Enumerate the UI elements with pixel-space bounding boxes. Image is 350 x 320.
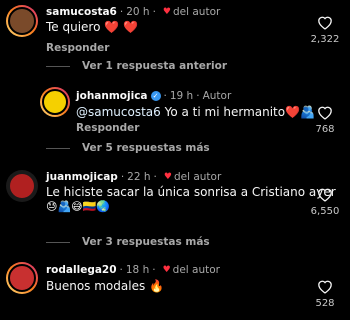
mention-link[interactable]: @samucosta6 <box>76 105 161 119</box>
like-button[interactable]: 6,550 <box>305 186 345 217</box>
timestamp: 18 h <box>125 264 150 276</box>
timestamp: 19 h <box>169 90 194 102</box>
verified-badge-icon: ✓ <box>150 91 161 101</box>
heart-icon[interactable] <box>316 14 334 30</box>
like-count: 6,550 <box>310 206 340 217</box>
reply-button[interactable]: Responder <box>76 122 139 134</box>
author-tag: Autor <box>202 90 232 102</box>
comment-emojis: 😓🫂😅🇨🇴🌏 <box>46 200 111 213</box>
username[interactable]: juanmojicap <box>46 171 118 183</box>
liked-by-author-heart-icon: ♥ <box>162 7 171 17</box>
view-more-replies-button[interactable]: Ver 3 respuestas más <box>46 236 210 248</box>
avatar[interactable] <box>6 262 38 294</box>
liked-by-author-label: del autor <box>172 264 220 276</box>
liked-by-author-label: del autor <box>173 171 222 183</box>
heart-icon[interactable] <box>316 104 334 120</box>
comment-text: @samucosta6 Yo a ti mi hermanito❤️🫂 <box>76 105 315 119</box>
like-button[interactable]: 528 <box>305 278 345 309</box>
view-previous-replies-button[interactable]: Ver 1 respuesta anterior <box>46 60 227 72</box>
liked-by-author-heart-icon: ♥ <box>162 265 171 275</box>
liked-by-author-heart-icon: ♥ <box>163 172 172 182</box>
avatar[interactable] <box>6 170 38 202</box>
comment-meta: samucosta6 · 20 h · ♥ del autor <box>46 6 221 18</box>
divider-line <box>46 65 70 67</box>
username[interactable]: samucosta6 <box>46 6 117 18</box>
view-more-replies-button[interactable]: Ver 5 respuestas más <box>46 142 210 154</box>
avatar[interactable] <box>40 87 70 117</box>
like-count: 768 <box>315 124 335 135</box>
comment-text: Buenos modales 🔥 <box>46 279 164 293</box>
comment-meta: johanmojica ✓ · 19 h · Autor <box>76 90 232 102</box>
view-replies-label[interactable]: Ver 5 respuestas más <box>82 142 210 154</box>
like-count: 528 <box>315 298 335 309</box>
timestamp: 22 h <box>127 171 151 183</box>
reply-button[interactable]: Responder <box>46 42 109 54</box>
like-count: 2,322 <box>310 34 340 45</box>
divider-line <box>46 241 70 243</box>
comment-meta: juanmojicap · 22 h · ♥ del autor <box>46 171 222 183</box>
like-button[interactable]: 768 <box>305 104 345 135</box>
comment-meta: rodallega20 · 18 h · ♥ del autor <box>46 264 220 276</box>
heart-icon[interactable] <box>316 186 334 202</box>
username[interactable]: johanmojica <box>76 90 148 102</box>
view-replies-label[interactable]: Ver 1 respuesta anterior <box>82 60 227 72</box>
comment-body: Yo a ti mi hermanito❤️🫂 <box>160 105 315 119</box>
avatar[interactable] <box>6 5 38 37</box>
timestamp: 20 h <box>126 6 150 18</box>
username[interactable]: rodallega20 <box>46 264 117 276</box>
comment-text: Le hiciste sacar la única sonrisa a Cris… <box>46 185 336 199</box>
like-button[interactable]: 2,322 <box>305 14 345 45</box>
comment-text: Te quiero ❤️ ❤️ <box>46 20 138 34</box>
divider-line <box>46 147 70 149</box>
view-replies-label[interactable]: Ver 3 respuestas más <box>82 236 210 248</box>
heart-icon[interactable] <box>316 278 334 294</box>
liked-by-author-label: del autor <box>172 6 221 18</box>
